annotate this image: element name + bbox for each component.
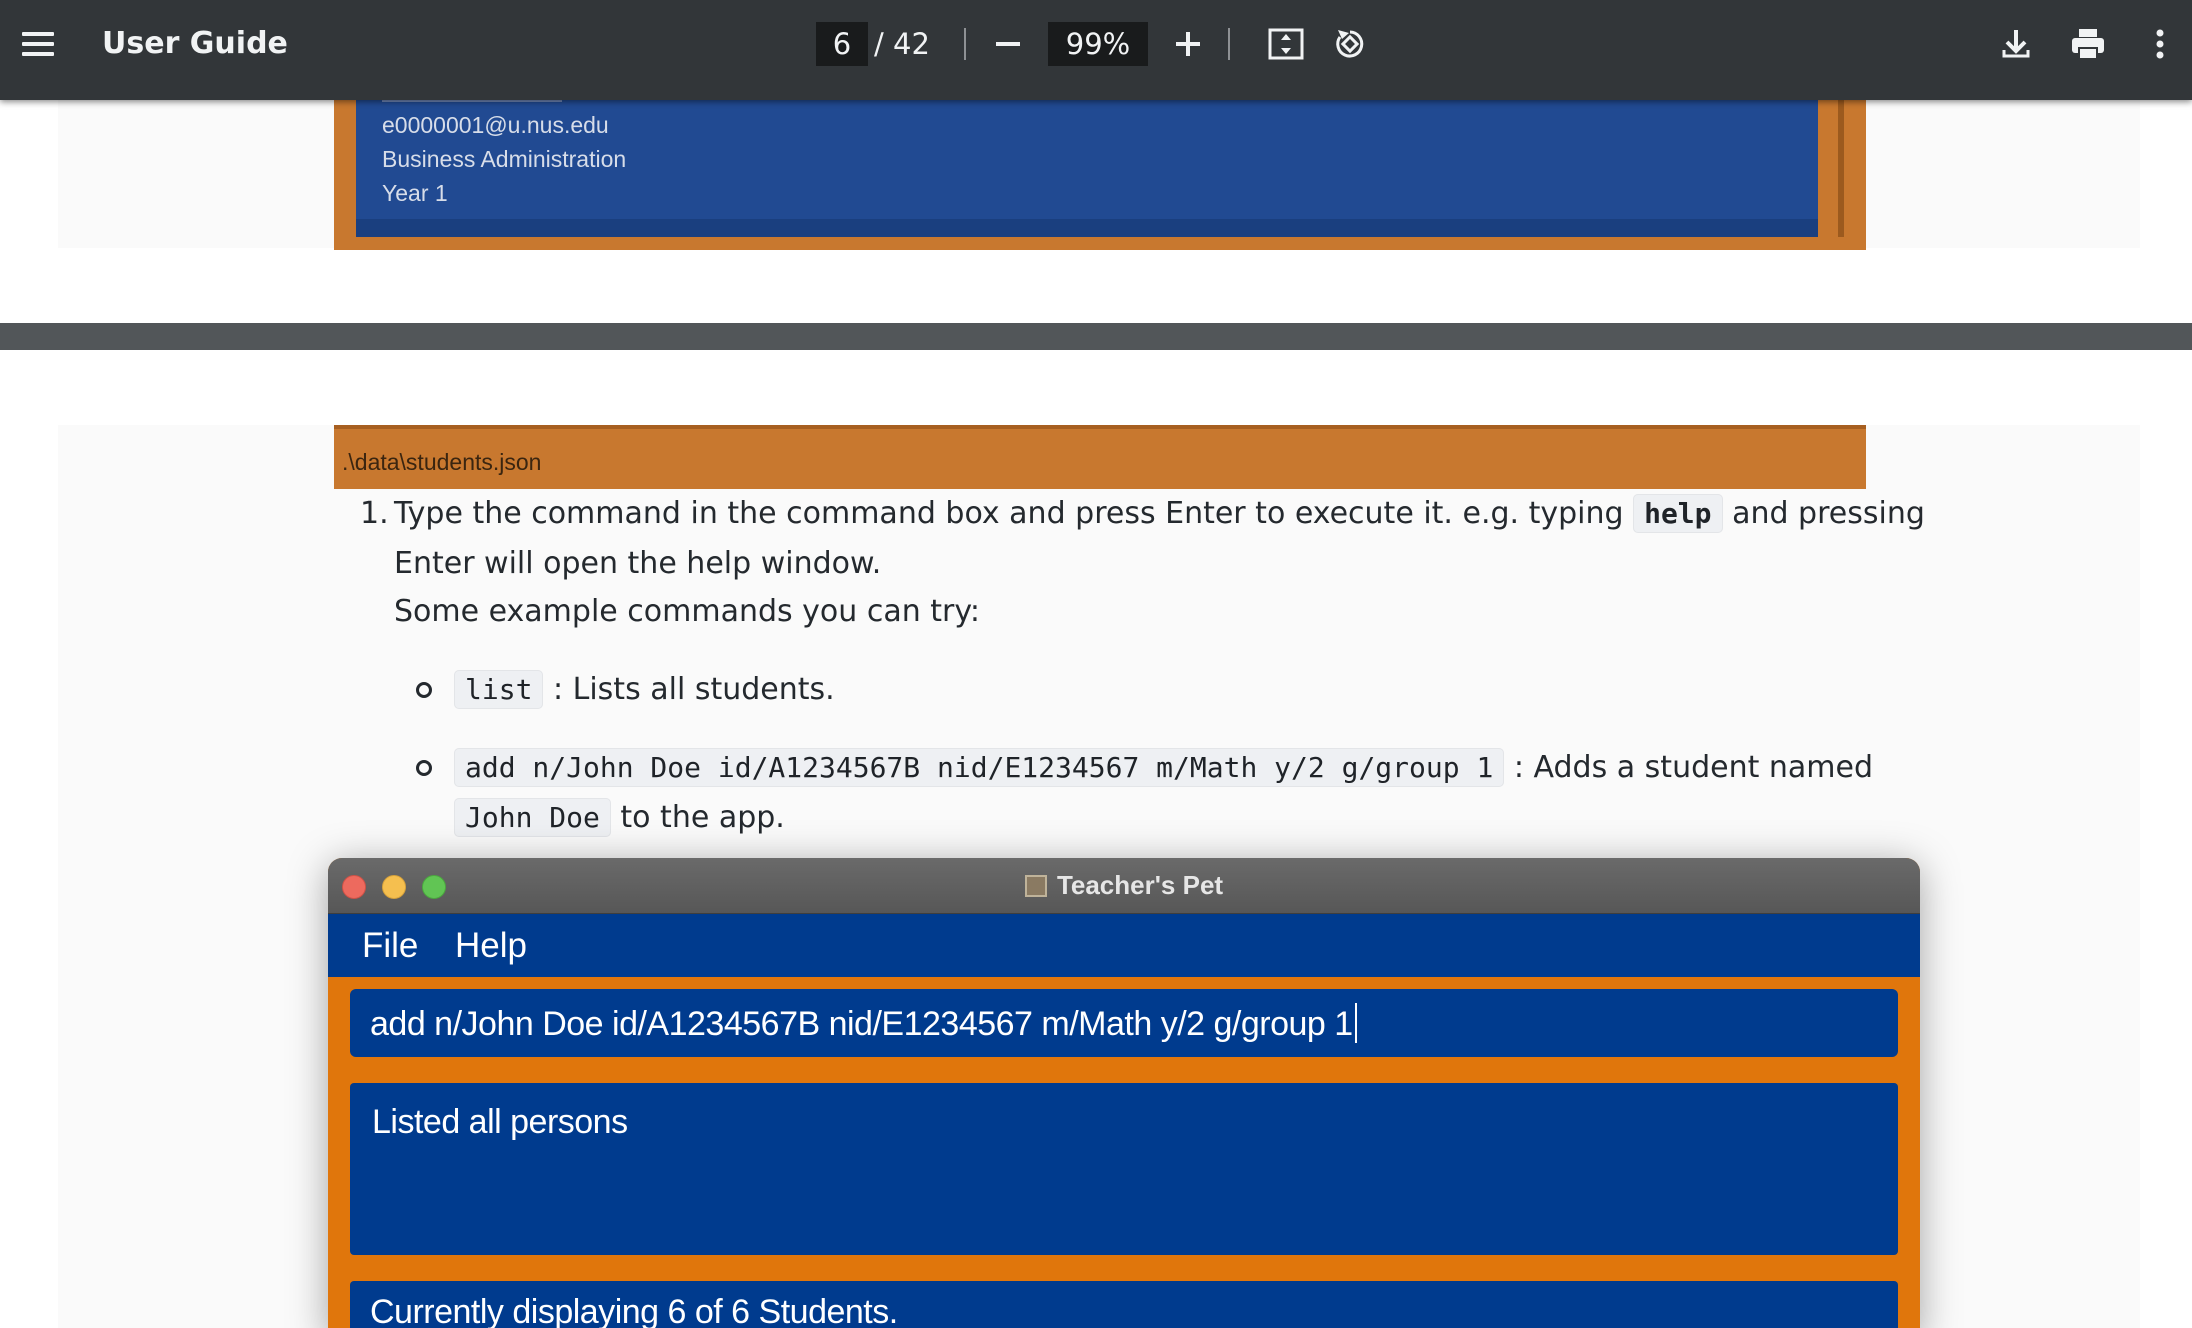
pdf-toolbar: User Guide 6 / 42 99%	[0, 0, 2192, 100]
download-icon[interactable]	[1992, 20, 2040, 68]
toolbar-divider	[1228, 28, 1230, 60]
student-card: e0000001@u.nus.edu Business Administrati…	[356, 94, 1818, 237]
bullet-item: add n/John Doe id/A1234567B nid/E1234567…	[454, 748, 1873, 788]
command-box: add n/John Doe id/A1234567B nid/E1234567…	[350, 989, 1898, 1057]
command-value: add n/John Doe id/A1234567B nid/E1234567…	[370, 1005, 1353, 1043]
window-title: Teacher's Pet	[328, 870, 1920, 901]
zoom-out-icon[interactable]	[984, 20, 1032, 68]
inline-code: add n/John Doe id/A1234567B nid/E1234567…	[454, 748, 1505, 787]
zoom-level-input[interactable]: 99%	[1048, 22, 1148, 66]
bullet-item: list : Lists all students.	[454, 670, 835, 710]
menu-help: Help	[455, 926, 527, 965]
inline-code: John Doe	[454, 798, 611, 837]
bullet-icon	[416, 682, 432, 698]
more-vert-icon[interactable]	[2136, 20, 2184, 68]
step-text: and pressing	[1732, 496, 1925, 531]
app-menubar: File Help	[328, 914, 1920, 977]
print-icon[interactable]	[2064, 20, 2112, 68]
bullet-item-continued: John Doe to the app.	[454, 798, 785, 838]
zoom-in-icon[interactable]	[1164, 20, 1212, 68]
document-title: User Guide	[102, 26, 288, 61]
bullet-text: to the app.	[620, 800, 785, 835]
file-path-text: .\data\students.json	[342, 449, 542, 475]
card-border	[1838, 100, 1844, 237]
rotate-icon[interactable]	[1326, 20, 1374, 68]
status-text: Currently displaying 6 of 6 Students.	[370, 1293, 898, 1328]
student-card-screenshot: e0000001@u.nus.edu Business Administrati…	[334, 94, 1866, 250]
card-footer-strip	[356, 219, 1818, 237]
window-title-text: Teacher's Pet	[1056, 870, 1224, 900]
fit-page-icon[interactable]	[1262, 20, 1310, 68]
inline-code: help	[1633, 494, 1723, 533]
inline-code: list	[454, 670, 544, 709]
window-titlebar: Teacher's Pet	[328, 858, 1920, 914]
menu-icon[interactable]	[14, 20, 62, 68]
text-cursor	[1354, 1003, 1357, 1043]
page-total: / 42	[874, 27, 930, 61]
page-number-input[interactable]: 6	[816, 22, 868, 66]
result-text: Listed all persons	[372, 1103, 628, 1141]
file-path-screenshot: .\data\students.json	[334, 425, 1866, 489]
student-major: Business Administration	[382, 146, 627, 172]
student-email: e0000001@u.nus.edu	[382, 112, 609, 138]
app-window-screenshot: Teacher's Pet File Help add n/John Doe i…	[328, 858, 1920, 1328]
bullet-text: : Adds a student named	[1513, 750, 1874, 785]
app-icon	[1024, 875, 1047, 897]
result-display: Listed all persons	[350, 1083, 1898, 1255]
step-number: 1.	[360, 496, 389, 531]
step-line-1: Type the command in the command box and …	[394, 494, 1925, 534]
toolbar-divider	[964, 28, 966, 60]
command-input: add n/John Doe id/A1234567B nid/E1234567…	[370, 1003, 1357, 1044]
status-bar: Currently displaying 6 of 6 Students.	[350, 1281, 1898, 1328]
menu-file: File	[362, 926, 419, 965]
step-text: Type the command in the command box and …	[394, 496, 1624, 531]
student-year: Year 1	[382, 180, 448, 206]
step-line-3: Some example commands you can try:	[394, 594, 981, 629]
step-line-2: Enter will open the help window.	[394, 546, 882, 581]
bullet-text: : Lists all students.	[552, 672, 835, 707]
bullet-icon	[416, 760, 432, 776]
page-separator	[0, 323, 2192, 350]
